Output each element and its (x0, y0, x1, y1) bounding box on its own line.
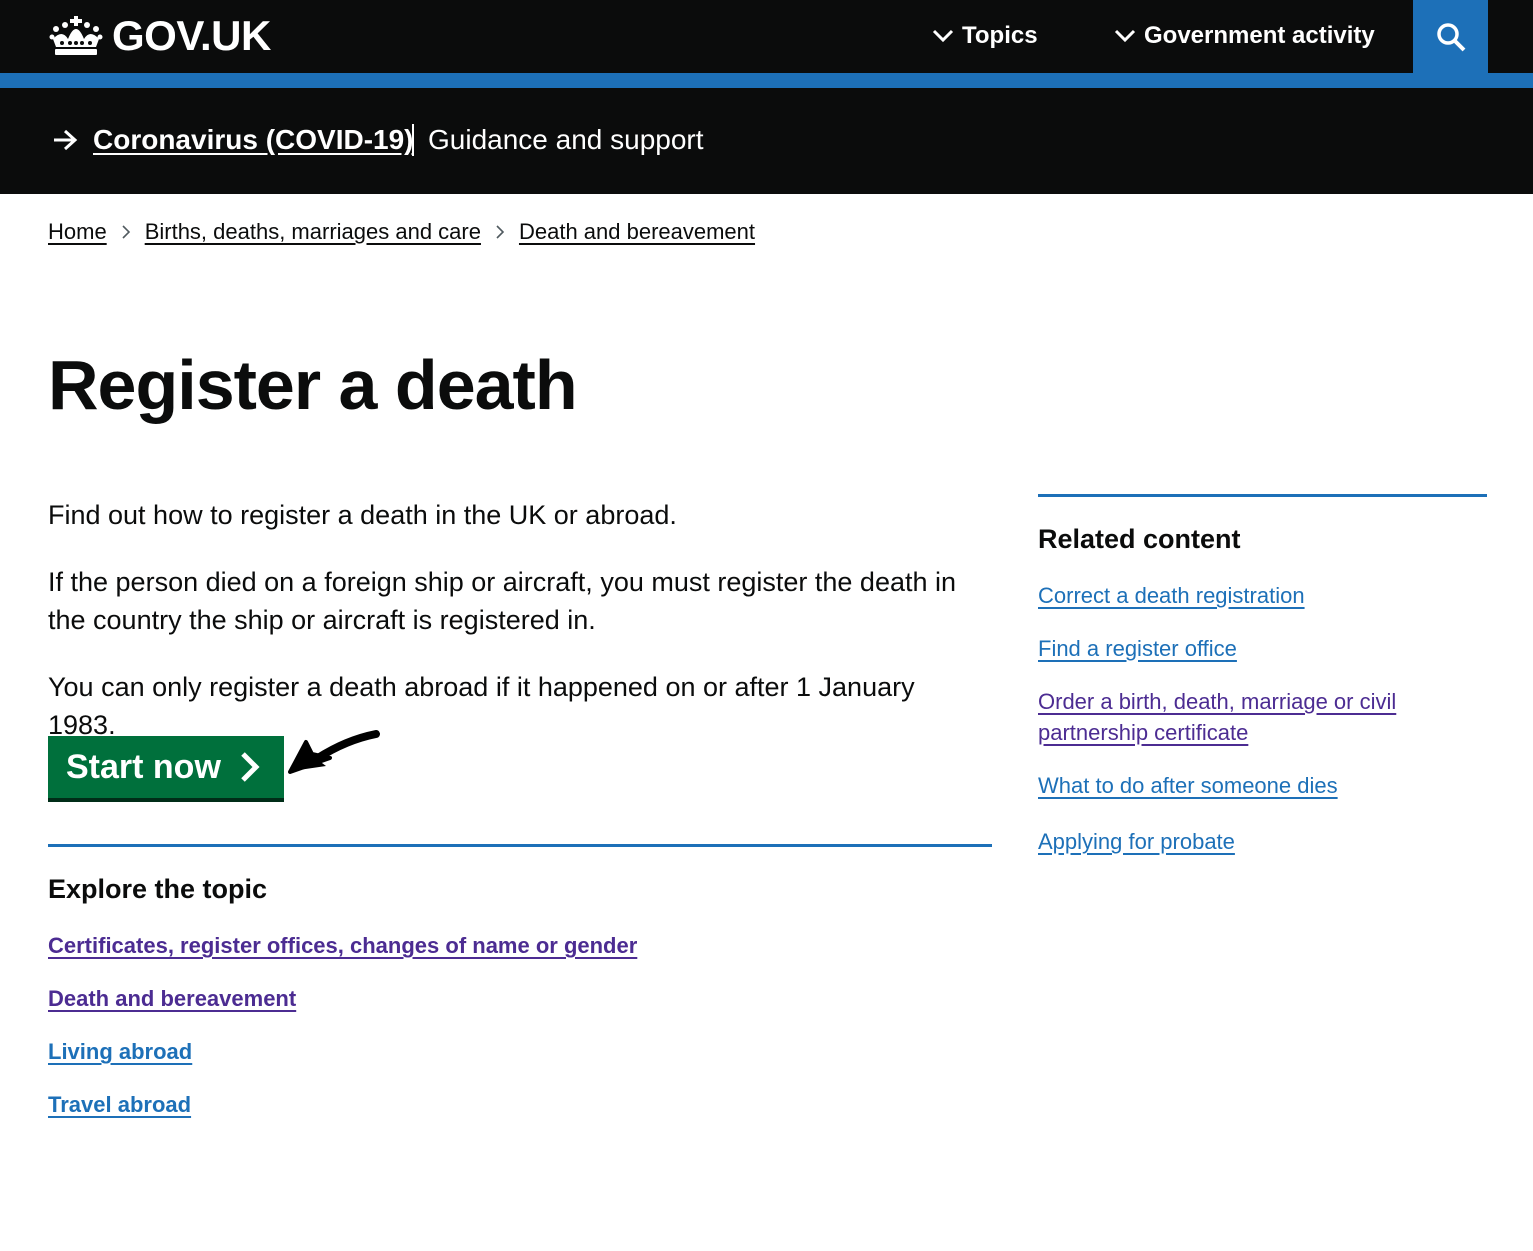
govuk-home-link[interactable]: GOV.UK (48, 12, 271, 60)
topic-link-living-abroad[interactable]: Living abroad (48, 1037, 192, 1067)
breadcrumb: Home Births, deaths, marriages and care … (48, 216, 755, 248)
nav-government-activity-label: Government activity (1144, 22, 1375, 49)
breadcrumb-births-deaths-marriages[interactable]: Births, deaths, marriages and care (145, 216, 481, 248)
explore-heading: Explore the topic (48, 874, 268, 904)
topic-link-certificates[interactable]: Certificates, register offices, changes … (48, 931, 637, 961)
covid-subtitle: Guidance and support (428, 124, 704, 155)
topic-link-death-bereavement[interactable]: Death and bereavement (48, 984, 296, 1014)
abroad-date-paragraph: You can only register a death abroad if … (48, 672, 915, 740)
covid-divider (412, 124, 414, 156)
related-link-order-certificate[interactable]: Order a birth, death, marriage or civil … (1038, 686, 1478, 748)
related-link-after-someone-dies[interactable]: What to do after someone dies (1038, 770, 1478, 801)
related-link-applying-probate[interactable]: Applying for probate (1038, 826, 1478, 857)
chevron-right-icon (496, 225, 505, 239)
related-heading: Related content (1038, 524, 1241, 554)
crown-icon (49, 16, 103, 55)
start-now-label: Start now (66, 748, 221, 786)
start-now-button[interactable]: Start now (48, 736, 284, 798)
logo-text: GOV.UK (112, 12, 271, 59)
explore-divider (48, 844, 992, 847)
arrow-right-icon (54, 129, 78, 151)
foreign-ship-paragraph: If the person died on a foreign ship or … (48, 567, 957, 635)
breadcrumb-home[interactable]: Home (48, 216, 107, 248)
related-link-correct-registration[interactable]: Correct a death registration (1038, 580, 1478, 611)
annotation-arrow-icon (288, 730, 380, 774)
nav-topics-label: Topics (962, 22, 1038, 49)
breadcrumb-death-and-bereavement[interactable]: Death and bereavement (519, 216, 755, 248)
related-link-find-register-office[interactable]: Find a register office (1038, 633, 1478, 664)
chevron-down-icon (1114, 29, 1136, 43)
related-divider (1038, 494, 1487, 497)
covid-banner: Coronavirus (COVID-19) Guidance and supp… (0, 88, 1533, 194)
chevron-down-icon (932, 29, 954, 43)
covid-link[interactable]: Coronavirus (COVID-19) (93, 122, 414, 158)
page-title: Register a death (48, 346, 578, 424)
header-blue-stripe (0, 73, 1533, 88)
search-icon (1436, 22, 1465, 51)
nav-topics-button[interactable]: Topics (932, 18, 1038, 54)
intro-paragraph: Find out how to register a death in the … (48, 500, 677, 530)
site-header: GOV.UK Topics Government activity (0, 0, 1533, 73)
chevron-right-icon (122, 225, 130, 239)
topic-link-travel-abroad[interactable]: Travel abroad (48, 1090, 191, 1120)
nav-government-activity-button[interactable]: Government activity (1114, 18, 1375, 54)
search-button[interactable] (1413, 0, 1488, 73)
chevron-right-icon (241, 752, 260, 782)
